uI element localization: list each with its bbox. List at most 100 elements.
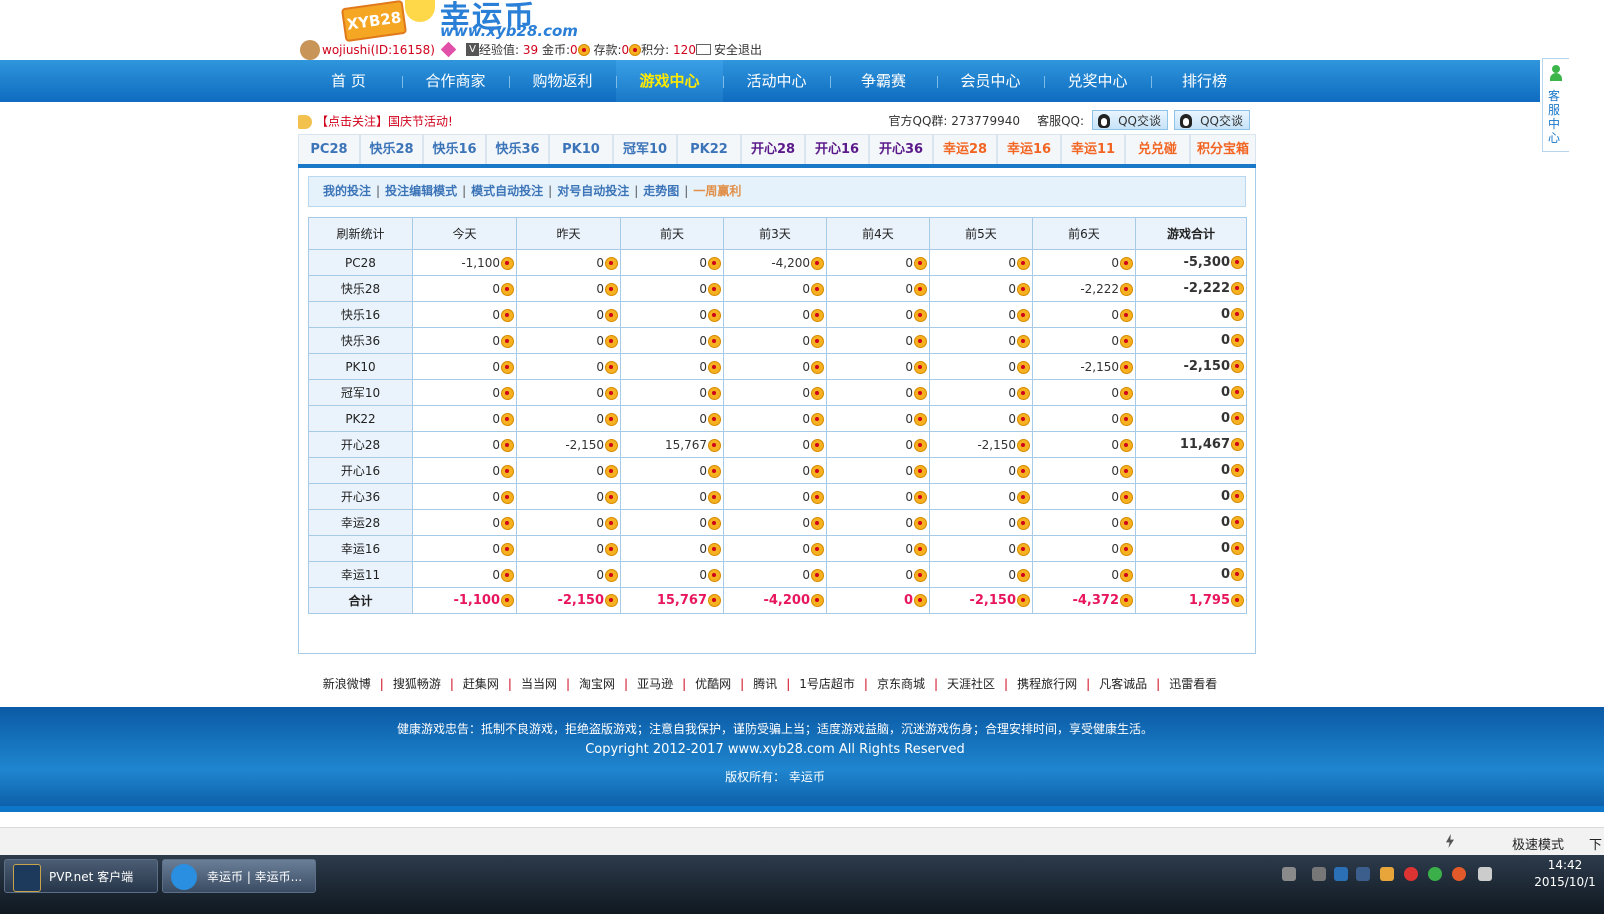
customer-service-sidebar[interactable]: 客服中心 (1542, 58, 1569, 152)
nav-item[interactable]: 购物返利 (509, 60, 616, 102)
partner-link[interactable]: 1号店超市 (799, 677, 855, 691)
partner-link[interactable]: 当当网 (521, 677, 557, 691)
subnav-link[interactable]: 投注编辑模式 (385, 184, 457, 198)
coin-icon (1231, 360, 1244, 373)
points-value: 120 (673, 42, 696, 57)
coin-icon (914, 282, 927, 296)
coin-icon (914, 490, 927, 504)
taskbar-ie-window[interactable]: 幸运币 | 幸运币... (162, 859, 316, 893)
partner-link[interactable]: 腾讯 (753, 677, 777, 691)
game-tab[interactable]: 快乐36 (486, 134, 549, 164)
subnav-link[interactable]: 一周赢利 (693, 184, 741, 198)
value-cell: -2,150 (516, 431, 621, 458)
partner-link[interactable]: 赶集网 (463, 677, 499, 691)
tray-app-icon[interactable] (1452, 867, 1466, 881)
subnav-link[interactable]: 模式自动投注 (471, 184, 543, 198)
coin-icon (1120, 282, 1133, 296)
link-separator: | (1086, 677, 1091, 691)
deposit-label: 存款: (593, 42, 622, 57)
coin-icon (605, 256, 618, 270)
cell-value: -1,100 (453, 593, 500, 608)
link-separator: | (565, 677, 571, 691)
value-cell: 0 (1135, 561, 1247, 588)
game-tab[interactable]: PK22 (677, 134, 741, 164)
game-tab[interactable]: 开心36 (869, 134, 933, 164)
partner-link[interactable]: 优酷网 (695, 677, 731, 691)
taskbar-pvp-client[interactable]: PVP.net 客户端 (4, 859, 158, 893)
game-tab[interactable]: PK10 (549, 134, 613, 164)
value-cell: 0 (412, 535, 517, 562)
nav-item[interactable]: 合作商家 (402, 60, 509, 102)
cell-value: 0 (596, 333, 604, 348)
download-button[interactable]: 下 (1589, 834, 1602, 853)
game-tab[interactable]: 兑兑碰 (1125, 134, 1190, 164)
partner-link[interactable]: 迅雷看看 (1169, 677, 1217, 691)
value-cell: 0 (1135, 457, 1247, 484)
value-cell: 0 (929, 535, 1033, 562)
value-cell: 0 (1032, 561, 1136, 588)
qq-chat-button-2[interactable]: QQ交谈 (1174, 110, 1250, 130)
partner-link[interactable]: 新浪微博 (323, 677, 371, 691)
value-cell: 0 (620, 353, 724, 380)
volume-icon[interactable] (1478, 867, 1492, 881)
subnav-link[interactable]: 我的投注 (323, 184, 371, 198)
tray-app-icon[interactable] (1356, 867, 1370, 881)
tray-cat-icon[interactable] (1380, 867, 1394, 881)
partner-link[interactable]: 携程旅行网 (1017, 677, 1077, 691)
keyboard-icon[interactable] (1282, 867, 1296, 881)
cell-value: -4,372 (1072, 593, 1119, 608)
partner-link[interactable]: 亚马逊 (637, 677, 673, 691)
speed-mode-toggle[interactable]: 极速模式 (1512, 834, 1564, 853)
column-header: 前天 (620, 217, 724, 250)
column-header: 前5天 (929, 217, 1033, 250)
partner-link[interactable]: 天涯社区 (947, 677, 995, 691)
nav-item[interactable]: 会员中心 (937, 60, 1044, 102)
game-tab[interactable]: 快乐16 (423, 134, 486, 164)
partner-link[interactable]: 凡客诚品 (1099, 677, 1147, 691)
system-clock[interactable]: 14:42 2015/10/1 (1526, 857, 1604, 891)
cell-value: 0 (1220, 411, 1230, 426)
nav-item[interactable]: 争霸赛 (830, 60, 937, 102)
coin-icon (914, 542, 927, 556)
cell-value: 0 (1008, 463, 1016, 478)
notification-icon[interactable] (1312, 867, 1326, 881)
tray-app-icon[interactable] (1334, 867, 1348, 881)
subnav-link[interactable]: 走势图 (643, 184, 679, 198)
network-icon[interactable] (1428, 867, 1442, 881)
coin-icon (501, 542, 514, 556)
user-name[interactable]: wojiushi(ID:16158) (322, 40, 435, 60)
game-tab[interactable]: 冠军10 (613, 134, 677, 164)
coin-icon (708, 256, 721, 270)
partner-link[interactable]: 搜狐畅游 (393, 677, 441, 691)
windows-taskbar: PVP.net 客户端 幸运币 | 幸运币... 14:42 2015/10/1 (0, 855, 1604, 914)
cell-value: 0 (1220, 541, 1230, 556)
nav-item[interactable]: 游戏中心 (616, 60, 723, 102)
value-cell: 0 (620, 509, 724, 536)
game-tab[interactable]: 开心16 (805, 134, 869, 164)
value-cell: -5,300 (1135, 249, 1247, 276)
site-logo[interactable]: XYB28 幸运币 www.xyb28.com (305, 0, 578, 43)
game-tab[interactable]: 积分宝箱 (1190, 134, 1256, 164)
nav-item[interactable]: 排行榜 (1151, 60, 1258, 102)
game-tab[interactable]: 幸运16 (997, 134, 1061, 164)
main-nav: 首 页合作商家 购物返利 游戏中心 活动中心 争霸赛 会员中心 兑奖中心 排行榜 (0, 60, 1540, 102)
notice-link[interactable]: 【点击关注】国庆节活动! (316, 115, 453, 129)
partner-link[interactable]: 京东商城 (877, 677, 925, 691)
partner-link[interactable]: 淘宝网 (579, 677, 615, 691)
nav-item[interactable]: 兑奖中心 (1044, 60, 1151, 102)
game-tab[interactable]: 幸运28 (933, 134, 997, 164)
value-cell: 0 (723, 561, 827, 588)
game-tab[interactable]: 幸运11 (1061, 134, 1125, 164)
qq-chat-button-1[interactable]: QQ交谈 (1092, 110, 1168, 130)
link-separator: | (786, 677, 791, 691)
game-tab[interactable]: 开心28 (741, 134, 805, 164)
value-cell: 0 (412, 509, 517, 536)
nav-item[interactable]: 首 页 (295, 60, 402, 102)
nav-item[interactable]: 活动中心 (723, 60, 830, 102)
game-tab[interactable]: 快乐28 (360, 134, 423, 164)
subnav-link[interactable]: 对号自动投注 (557, 184, 629, 198)
qq-icon[interactable] (1404, 867, 1418, 881)
logout-link[interactable]: 安全退出 (714, 40, 762, 60)
game-tab[interactable]: PC28 (298, 134, 360, 164)
row-label: PK22 (308, 405, 413, 432)
